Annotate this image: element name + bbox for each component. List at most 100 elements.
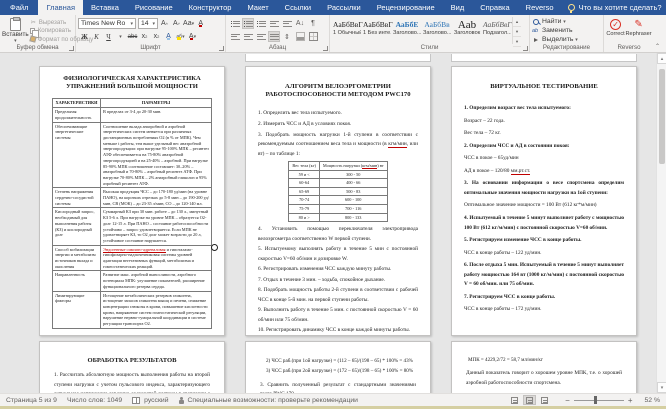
grow-font-button[interactable]: А ˄	[159, 18, 170, 29]
language-indicator[interactable]: русский	[144, 397, 168, 404]
tab-help[interactable]: Справка	[472, 0, 517, 15]
document-canvas: ФИЗИОЛОГИЧЕСКАЯ ХАРАКТЕРИСТИКА УПРАЖНЕНИ…	[0, 53, 666, 393]
borders-button[interactable]	[307, 31, 319, 42]
style-no-spacing[interactable]: АаБбВвГ1 Без инте...	[362, 17, 393, 44]
page-5[interactable]: 2) ЧСС раб.(при 1ой нагрузке) = (112 – 6…	[245, 341, 431, 393]
style-normal[interactable]: АаБбВвГ 1 Обычный	[332, 17, 363, 44]
tab-layout[interactable]: Макет	[239, 0, 276, 15]
shrink-font-button[interactable]: А ˅	[171, 18, 182, 29]
increase-indent-button[interactable]	[281, 18, 293, 29]
styles-scroll-down-icon[interactable]: ▾	[513, 27, 521, 37]
tab-review[interactable]: Рецензирование	[369, 0, 443, 15]
bullets-button[interactable]	[229, 18, 241, 29]
underline-button[interactable]: Ч	[103, 31, 114, 42]
underline-options-arrow[interactable]: ▾	[115, 31, 126, 42]
tab-view[interactable]: Вид	[443, 0, 473, 15]
zoom-in-button[interactable]: +	[628, 396, 633, 405]
characteristics-table: ХАРАКТЕРИСТИКИ ПАРАМЕТРЫ Предельная прод…	[52, 98, 212, 329]
page-indicator[interactable]: Страница 5 из 9	[6, 397, 57, 404]
page-3[interactable]: ВИРТУАЛЬНОЕ ТЕСТИРОВАНИЕ 1. Определим во…	[451, 66, 637, 336]
web-layout-button[interactable]	[538, 395, 551, 405]
styles-scroll-up-icon[interactable]: ▴	[513, 17, 521, 27]
text-effects-button[interactable]: А	[163, 31, 174, 42]
chevron-down-icon: ▾	[152, 20, 155, 27]
multilevel-list-button[interactable]	[255, 18, 267, 29]
subscript-button[interactable]: x2	[139, 31, 150, 42]
scrollbar-thumb[interactable]	[658, 69, 665, 164]
scroll-up-icon[interactable]: ▴	[657, 53, 666, 64]
paste-button[interactable]: Вставить ▾	[2, 17, 29, 44]
tab-reverso[interactable]: Reverso	[518, 0, 562, 15]
tell-me-label: Что вы хотите сделать?	[578, 3, 662, 12]
zoom-out-button[interactable]: −	[565, 396, 570, 405]
tab-home[interactable]: Главная	[38, 0, 83, 15]
tab-draw[interactable]: Рисование	[127, 0, 181, 15]
list-item: 5. Регистрируем изменение ЧСС в конце ра…	[464, 237, 582, 244]
zoom-percentage[interactable]: 52 %	[645, 397, 661, 404]
style-subtitle[interactable]: АаБбВвГ Подзагол...	[482, 17, 512, 44]
search-icon	[533, 18, 539, 25]
font-dialog-launcher[interactable]	[219, 46, 224, 51]
paragraph-group-label: Абзац	[268, 44, 287, 51]
superscript-button[interactable]: x2	[151, 31, 162, 42]
chevron-down-icon: ▾	[130, 20, 133, 27]
tab-mailings[interactable]: Рассылки	[319, 0, 369, 15]
tab-design[interactable]: Конструктор	[181, 0, 240, 15]
read-mode-icon	[511, 396, 519, 404]
change-case-button[interactable]: Аа ▾	[183, 18, 194, 29]
font-size-combobox[interactable]: 14 ▾	[138, 18, 158, 29]
page-4[interactable]: ОБРАБОТКА РЕЗУЛЬТАТОВ 1. Рассчитать абсо…	[39, 341, 225, 393]
styles-dialog-launcher[interactable]	[523, 46, 528, 51]
lightbulb-icon	[567, 4, 575, 13]
table-row: 65-69 500 - 83	[288, 186, 388, 197]
reverso-rephraser-button[interactable]: ✎ Rephraser	[625, 17, 651, 44]
proofing-icon[interactable]	[132, 396, 141, 404]
tell-me-box[interactable]: Что вы хотите сделать?	[562, 0, 666, 15]
line-spacing-button[interactable]: ⇕	[281, 31, 293, 42]
style-heading1[interactable]: АаБбЕ Заголово...	[392, 17, 422, 44]
vertical-scrollbar[interactable]: ▴ ▾	[656, 53, 666, 393]
styles-gallery-scroll[interactable]: ▴ ▾ ▾	[512, 17, 521, 47]
page-2[interactable]: АЛГОРИТМ ВЕЛОЭРГОМЕТРИИ РАБОТОСПОСОБНОСТ…	[245, 66, 431, 336]
tab-insert[interactable]: Вставка	[83, 0, 127, 15]
select-button[interactable]: Выделить ▾	[532, 35, 601, 44]
paragraph-dialog-launcher[interactable]	[323, 46, 328, 51]
font-name-combobox[interactable]: Times New Ro ▾	[78, 18, 136, 29]
align-left-button[interactable]	[229, 31, 241, 42]
decrease-indent-button[interactable]	[268, 18, 280, 29]
bold-button[interactable]: Ж	[79, 31, 90, 42]
tab-references[interactable]: Ссылки	[277, 0, 319, 15]
multilevel-list-icon	[256, 19, 266, 28]
show-paragraph-marks-button[interactable]: ¶	[307, 18, 319, 29]
align-right-button[interactable]	[255, 31, 267, 42]
tab-file[interactable]: Файл	[0, 0, 39, 15]
scroll-down-icon[interactable]: ▾	[657, 382, 666, 393]
sort-button[interactable]: А↓	[294, 18, 306, 29]
style-heading2[interactable]: АаБбВв Заголово...	[422, 17, 452, 44]
justify-button[interactable]	[268, 31, 280, 42]
zoom-slider[interactable]	[573, 396, 624, 404]
shading-button[interactable]	[294, 31, 306, 42]
font-color-button[interactable]: А ▾	[187, 31, 198, 42]
page-1[interactable]: ФИЗИОЛОГИЧЕСКАЯ ХАРАКТЕРИСТИКА УПРАЖНЕНИ…	[39, 66, 225, 336]
style-title[interactable]: Аab Заголовок	[452, 17, 482, 44]
accessibility-status[interactable]: Специальные возможности: проверьте реком…	[188, 397, 358, 404]
word-count[interactable]: Число слов: 1049	[67, 397, 122, 404]
find-button[interactable]: Найти ▾	[532, 17, 601, 26]
print-layout-button[interactable]	[523, 395, 537, 405]
collapse-ribbon-icon[interactable]: ⌃	[655, 43, 660, 50]
numbering-button[interactable]	[242, 18, 254, 29]
italic-button[interactable]: К	[91, 31, 102, 42]
page-6[interactable]: МПК = 4229,2/72 = 58,7 мл/мин/кг Данный …	[451, 341, 637, 393]
align-center-button[interactable]	[242, 31, 254, 42]
zoom-slider-thumb[interactable]	[593, 396, 597, 404]
bullet-list-icon	[230, 19, 240, 28]
read-mode-button[interactable]	[508, 395, 521, 405]
clear-formatting-button[interactable]: А	[195, 18, 206, 29]
clipboard-dialog-launcher[interactable]	[69, 46, 74, 51]
strikethrough-button[interactable]: abc	[127, 31, 138, 42]
highlight-color-button[interactable]: аб ▾	[175, 31, 186, 42]
reverso-correct-button[interactable]: ✓ Correct	[606, 17, 625, 44]
replace-button[interactable]: ab Заменить	[532, 26, 601, 35]
list-item: ЧСС в конце работы – 172 уд/мин.	[464, 306, 542, 313]
